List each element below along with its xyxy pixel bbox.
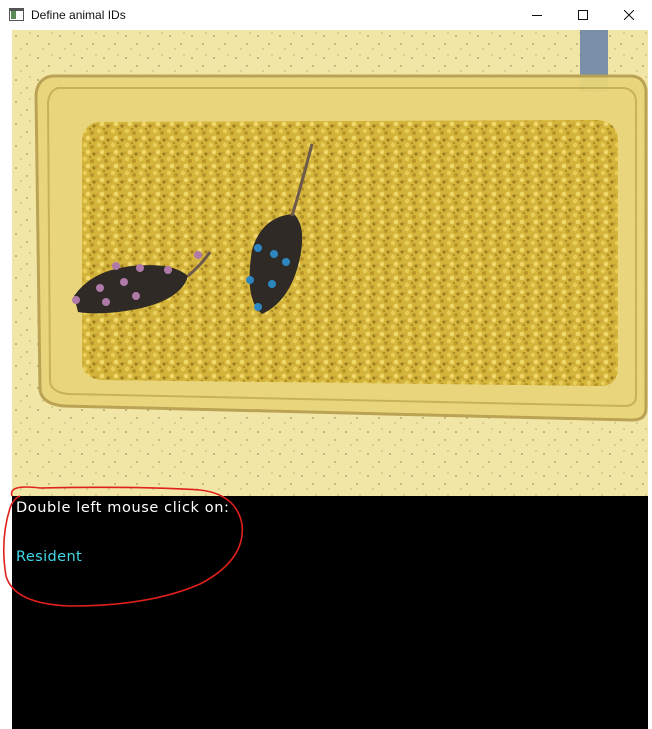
- window-frame-right: [648, 30, 652, 729]
- instruction-text: Double left mouse click on:: [16, 500, 230, 516]
- maximize-button[interactable]: [560, 0, 606, 30]
- minimize-icon: [532, 15, 542, 16]
- window-app-icon: [9, 8, 24, 21]
- app-window: Define animal IDs Double left mouse clic…: [0, 0, 652, 729]
- close-button[interactable]: [606, 0, 652, 30]
- title-bar[interactable]: Define animal IDs: [0, 0, 652, 31]
- minimize-button[interactable]: [514, 0, 560, 30]
- close-icon: [624, 10, 634, 20]
- video-frame[interactable]: [12, 30, 648, 496]
- maximize-icon: [578, 10, 588, 20]
- window-title: Define animal IDs: [31, 8, 126, 22]
- instruction-panel: Double left mouse click on: Resident: [12, 496, 648, 729]
- video-frame-image: [12, 30, 648, 496]
- animal-name-label: Resident: [16, 549, 83, 565]
- window-frame-left: [0, 30, 12, 729]
